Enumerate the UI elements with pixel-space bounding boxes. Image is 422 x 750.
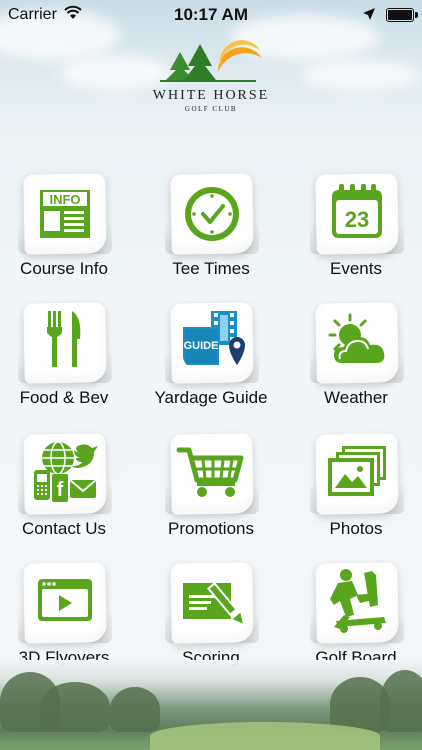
- menu-contact-us[interactable]: f Contact Us: [4, 420, 124, 540]
- menu-label: Tee Times: [172, 259, 250, 278]
- menu-promotions[interactable]: Promotions: [151, 420, 271, 540]
- scorecard-pencil-icon: [183, 582, 243, 624]
- menu-photos[interactable]: Photos: [296, 420, 416, 540]
- menu-label: Promotions: [168, 519, 254, 538]
- yardage-guide-icon: GUIDE: [183, 311, 245, 365]
- menu-label: Food & Bev: [19, 388, 109, 407]
- calendar-icon: 23: [332, 184, 382, 238]
- cloud-decoration: [300, 60, 420, 90]
- club-logo: WHITE HORSE GOLF CLUB: [140, 36, 282, 116]
- svg-text:f: f: [57, 479, 64, 501]
- background-course-scene: [0, 660, 422, 750]
- menu-tee-times[interactable]: Tee Times: [151, 160, 271, 280]
- menu-events[interactable]: 23 Events: [296, 160, 416, 280]
- status-bar: Carrier 10:17 AM: [0, 0, 422, 30]
- clock-icon: [185, 187, 239, 241]
- sun-cloud-icon: [328, 313, 385, 363]
- menu-label: Photos: [329, 519, 383, 538]
- menu-food-bev[interactable]: Food & Bev: [4, 289, 124, 409]
- menu-yardage-guide[interactable]: GUIDE Yardage Guide: [151, 289, 271, 409]
- menu-course-info[interactable]: INFO Course Info: [4, 160, 124, 280]
- photos-stack-icon: [328, 446, 386, 496]
- fork-knife-icon: [47, 311, 81, 367]
- shopping-cart-icon: [176, 447, 244, 497]
- info-newspaper-icon: INFO: [40, 190, 90, 238]
- club-name: WHITE HORSE: [152, 88, 270, 103]
- menu-scoring[interactable]: Scoring: [151, 549, 271, 669]
- location-arrow-icon: [363, 8, 375, 20]
- guide-icon-text: GUIDE: [184, 340, 219, 352]
- status-time: 10:17 AM: [173, 5, 248, 24]
- menu-label: Yardage Guide: [154, 388, 268, 407]
- menu-label: Events: [330, 259, 382, 278]
- video-player-icon: [38, 579, 92, 621]
- battery-icon: [386, 8, 418, 22]
- menu-label: Course Info: [20, 259, 108, 278]
- club-subtitle: GOLF CLUB: [184, 105, 238, 113]
- menu-3d-flyovers[interactable]: 3D Flyovers: [4, 549, 124, 669]
- logo-emblem-icon: [160, 40, 262, 82]
- golf-board-rider-icon: [330, 569, 386, 633]
- contact-globe-phone-icon: f: [34, 441, 98, 502]
- menu-golf-board[interactable]: Golf Board: [296, 549, 416, 669]
- menu-label: Contact Us: [21, 519, 107, 538]
- info-icon-text: INFO: [49, 192, 80, 207]
- calendar-date-text: 23: [345, 207, 369, 232]
- menu-label: Weather: [324, 388, 388, 407]
- menu-weather[interactable]: Weather: [296, 289, 416, 409]
- app-screen: Carrier 10:17 AM WHITE HORSE GOLF CLUB I: [0, 0, 422, 750]
